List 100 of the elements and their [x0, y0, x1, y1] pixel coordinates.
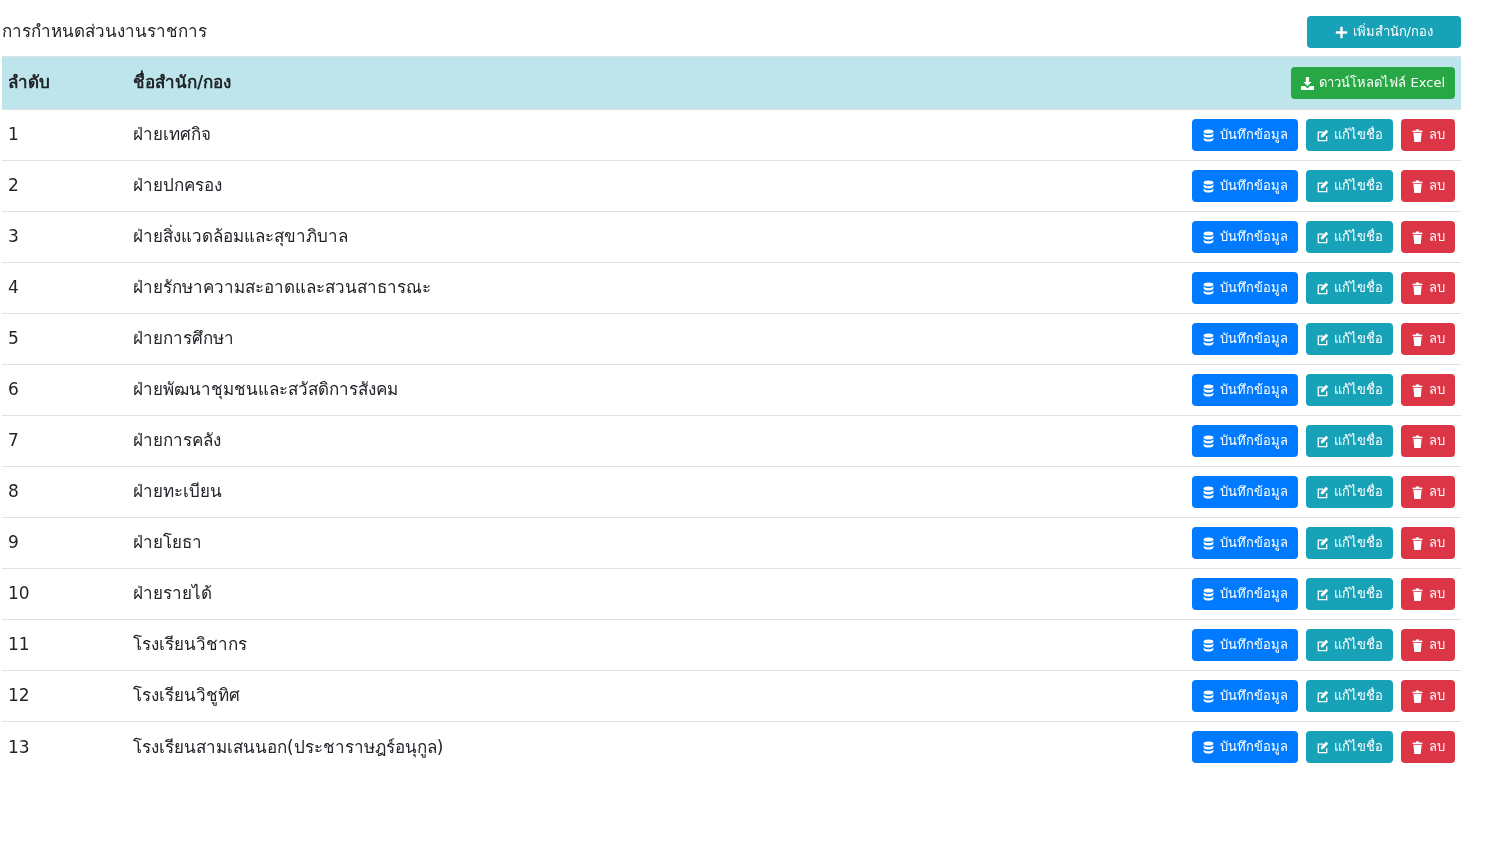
- save-button[interactable]: บันทึกข้อมูล: [1192, 221, 1298, 253]
- trash-icon: [1411, 485, 1424, 499]
- database-icon: [1202, 128, 1215, 142]
- row-number: 7: [8, 430, 19, 451]
- delete-button[interactable]: ลบ: [1401, 476, 1455, 508]
- row-number: 10: [8, 583, 30, 604]
- edit-button[interactable]: แก้ไขชื่อ: [1306, 578, 1393, 610]
- department-name: โรงเรียนวิชูทิศ: [133, 685, 240, 706]
- save-button[interactable]: บันทึกข้อมูล: [1192, 476, 1298, 508]
- department-name: ฝ่ายการคลัง: [133, 430, 221, 451]
- department-name: ฝ่ายทะเบียน: [133, 481, 222, 502]
- edit-button[interactable]: แก้ไขชื่อ: [1306, 119, 1393, 151]
- save-button[interactable]: บันทึกข้อมูล: [1192, 374, 1298, 406]
- edit-icon: [1316, 332, 1329, 346]
- edit-icon: [1316, 128, 1329, 142]
- database-icon: [1202, 383, 1215, 397]
- database-icon: [1202, 485, 1215, 499]
- delete-button[interactable]: ลบ: [1401, 731, 1455, 764]
- row-number: 3: [8, 226, 19, 247]
- column-header: ลำดับ: [8, 72, 50, 93]
- save-button[interactable]: บันทึกข้อมูล: [1192, 425, 1298, 457]
- delete-button[interactable]: ลบ: [1401, 221, 1455, 253]
- edit-button[interactable]: แก้ไขชื่อ: [1306, 680, 1393, 712]
- save-button[interactable]: บันทึกข้อมูล: [1192, 170, 1298, 202]
- save-button[interactable]: บันทึกข้อมูล: [1192, 272, 1298, 304]
- edit-icon: [1316, 230, 1329, 244]
- database-icon: [1202, 332, 1215, 346]
- row-number: 5: [8, 328, 19, 349]
- database-icon: [1202, 536, 1215, 550]
- row-number: 11: [8, 634, 30, 655]
- row-number: 9: [8, 532, 19, 553]
- delete-button[interactable]: ลบ: [1401, 119, 1455, 151]
- department-name: ฝ่ายโยธา: [133, 532, 202, 553]
- trash-icon: [1411, 179, 1424, 193]
- save-button[interactable]: บันทึกข้อมูล: [1192, 578, 1298, 610]
- add-button[interactable]: เพิ่มสำนัก/กอง: [1306, 16, 1461, 48]
- edit-icon: [1316, 740, 1329, 754]
- edit-button[interactable]: แก้ไขชื่อ: [1306, 629, 1393, 661]
- edit-button[interactable]: แก้ไขชื่อ: [1306, 323, 1393, 355]
- department-name: โรงเรียนวิชากร: [133, 634, 247, 655]
- trash-icon: [1411, 230, 1424, 244]
- row-number: 4: [8, 277, 19, 298]
- save-button[interactable]: บันทึกข้อมูล: [1192, 119, 1298, 151]
- department-name: ฝ่ายเทศกิจ: [133, 124, 211, 145]
- page-title: การกำหนดส่วนงานราชการ: [2, 20, 207, 44]
- edit-icon: [1316, 281, 1329, 295]
- edit-button[interactable]: แก้ไขชื่อ: [1306, 170, 1393, 202]
- trash-icon: [1411, 740, 1424, 754]
- delete-button[interactable]: ลบ: [1401, 527, 1455, 559]
- database-icon: [1202, 230, 1215, 244]
- edit-button[interactable]: แก้ไขชื่อ: [1306, 221, 1393, 253]
- trash-icon: [1411, 332, 1424, 346]
- trash-icon: [1411, 536, 1424, 550]
- row-number: 13: [8, 736, 30, 757]
- department-name: ฝ่ายพัฒนาชุมชนและสวัสดิการสังคม: [133, 379, 398, 400]
- edit-button[interactable]: แก้ไขชื่อ: [1306, 731, 1393, 764]
- delete-button[interactable]: ลบ: [1401, 323, 1455, 355]
- delete-button[interactable]: ลบ: [1401, 272, 1455, 304]
- delete-button[interactable]: ลบ: [1401, 374, 1455, 406]
- edit-button[interactable]: แก้ไขชื่อ: [1306, 476, 1393, 508]
- database-icon: [1202, 587, 1215, 601]
- save-button[interactable]: บันทึกข้อมูล: [1192, 323, 1298, 355]
- trash-icon: [1411, 434, 1424, 448]
- database-icon: [1202, 179, 1215, 193]
- edit-button[interactable]: แก้ไขชื่อ: [1306, 425, 1393, 457]
- delete-button[interactable]: ลบ: [1401, 629, 1455, 661]
- edit-icon: [1316, 485, 1329, 499]
- edit-button[interactable]: แก้ไขชื่อ: [1306, 374, 1393, 406]
- department-name: ฝ่ายรักษาความสะอาดและสวนสาธารณะ: [133, 277, 431, 298]
- row-number: 8: [8, 481, 19, 502]
- save-button[interactable]: บันทึกข้อมูล: [1192, 680, 1298, 712]
- department-name: ฝ่ายการศึกษา: [133, 328, 234, 349]
- edit-icon: [1316, 587, 1329, 601]
- delete-button[interactable]: ลบ: [1401, 680, 1455, 712]
- department-name: ฝ่ายรายได้: [133, 583, 212, 604]
- delete-button[interactable]: ลบ: [1401, 578, 1455, 610]
- delete-button[interactable]: ลบ: [1401, 170, 1455, 202]
- database-icon: [1202, 740, 1215, 754]
- delete-button[interactable]: ลบ: [1401, 425, 1455, 457]
- department-name: ฝ่ายสิ่งแวดล้อมและสุขาภิบาล: [133, 226, 348, 247]
- edit-button[interactable]: แก้ไขชื่อ: [1306, 272, 1393, 304]
- edit-icon: [1316, 434, 1329, 448]
- row-number: 6: [8, 379, 19, 400]
- edit-icon: [1316, 536, 1329, 550]
- trash-icon: [1411, 638, 1424, 652]
- edit-icon: [1316, 383, 1329, 397]
- save-button[interactable]: บันทึกข้อมูล: [1192, 731, 1298, 764]
- edit-icon: [1316, 689, 1329, 703]
- database-icon: [1202, 689, 1215, 703]
- edit-button[interactable]: แก้ไขชื่อ: [1306, 527, 1393, 559]
- download-button[interactable]: ดาวน์โหลดไฟล์ Excel: [1291, 67, 1455, 99]
- row-number: 12: [8, 685, 30, 706]
- trash-icon: [1411, 281, 1424, 295]
- department-name: ฝ่ายปกครอง: [133, 175, 222, 196]
- save-button[interactable]: บันทึกข้อมูล: [1192, 629, 1298, 661]
- database-icon: [1202, 434, 1215, 448]
- edit-icon: [1316, 179, 1329, 193]
- save-button[interactable]: บันทึกข้อมูล: [1192, 527, 1298, 559]
- edit-icon: [1316, 638, 1329, 652]
- department-name: โรงเรียนสามเสนนอก(ประชาราษฎร์อนุกูล): [133, 736, 444, 757]
